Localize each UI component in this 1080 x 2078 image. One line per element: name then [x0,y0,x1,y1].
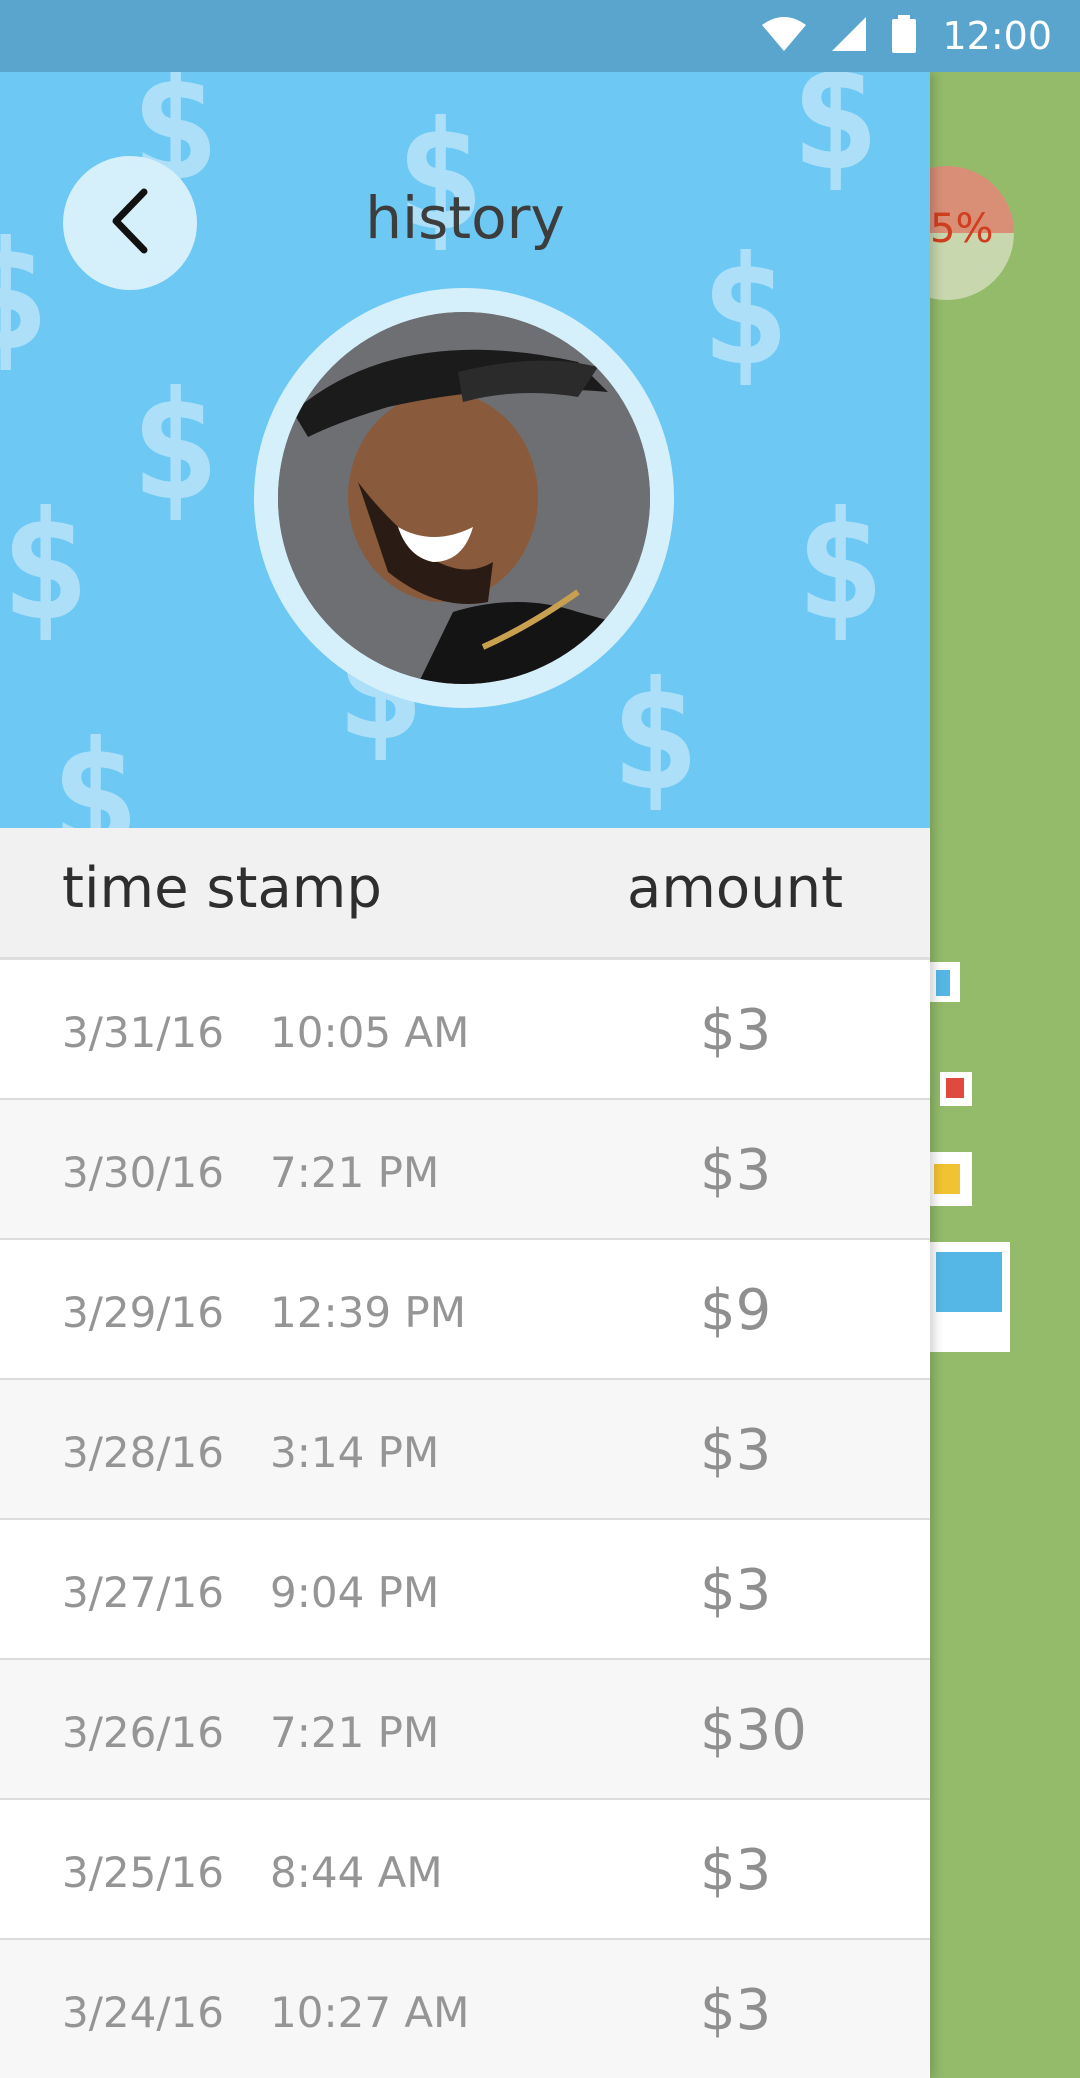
dollar-pattern-icon: $ [700,225,791,399]
table-row[interactable]: 3/31/16 10:05 AM $3 [0,960,930,1100]
row-time: 10:05 AM [270,1008,470,1057]
dollar-pattern-icon: $ [130,360,221,534]
status-bar: 12:00 [0,0,1080,72]
history-header: $ $ $ $ $ $ $ $ $ $ $ history [0,72,930,828]
row-time: 12:39 PM [270,1288,466,1337]
row-amount: $9 [700,1278,772,1343]
row-amount: $3 [700,998,772,1063]
row-date: 3/24/16 [62,1988,224,2037]
column-header-amount: amount [627,856,844,921]
row-date: 3/26/16 [62,1708,224,1757]
table-row[interactable]: 3/26/16 7:21 PM $30 [0,1660,930,1800]
row-time: 10:27 AM [270,1988,470,2037]
dollar-pattern-icon: $ [610,650,701,824]
row-amount: $3 [700,1838,772,1903]
row-time: 3:14 PM [270,1428,440,1477]
table-row[interactable]: 3/28/16 3:14 PM $3 [0,1380,930,1520]
row-date: 3/29/16 [62,1288,224,1337]
row-date: 3/28/16 [62,1428,224,1477]
row-time: 9:04 PM [270,1568,440,1617]
pixel-decoration [930,962,1010,1352]
row-amount: $3 [700,1418,772,1483]
table-row[interactable]: 3/27/16 9:04 PM $3 [0,1520,930,1660]
row-date: 3/25/16 [62,1848,224,1897]
dollar-pattern-icon: $ [795,480,886,654]
dollar-pattern-icon: $ [790,72,881,204]
row-time: 7:21 PM [270,1708,440,1757]
row-date: 3/27/16 [62,1568,224,1617]
avatar-ring [254,288,674,708]
signal-icon [832,17,867,55]
progress-percent: 5% [930,206,994,252]
row-time: 7:21 PM [270,1148,440,1197]
row-amount: $3 [700,1138,772,1203]
avatar[interactable] [278,312,650,684]
table-row[interactable]: 3/25/16 8:44 AM $3 [0,1800,930,1940]
row-amount: $3 [700,1978,772,2043]
background-app-panel: 5% [930,72,1080,2078]
battery-icon [892,15,917,57]
screen: 12:00 5% $ $ $ $ $ $ $ $ $ $ history tim… [0,0,1080,2078]
row-time: 8:44 AM [270,1848,443,1897]
table-row[interactable]: 3/29/16 12:39 PM $9 [0,1240,930,1380]
column-header-time-stamp: time stamp [62,856,382,921]
dollar-pattern-icon: $ [50,710,141,828]
row-amount: $3 [700,1558,772,1623]
row-date: 3/30/16 [62,1148,224,1197]
history-drawer: $ $ $ $ $ $ $ $ $ $ $ history [0,72,930,2078]
row-date: 3/31/16 [62,1008,224,1057]
status-time: 12:00 [942,14,1052,58]
dollar-pattern-icon: $ [0,480,91,654]
table-header: time stamp amount [0,828,930,960]
wifi-icon [762,17,807,55]
table-row[interactable]: 3/30/16 7:21 PM $3 [0,1100,930,1240]
table-row[interactable]: 3/24/16 10:27 AM $3 [0,1940,930,2078]
page-title: history [365,184,565,252]
row-amount: $30 [700,1698,807,1763]
